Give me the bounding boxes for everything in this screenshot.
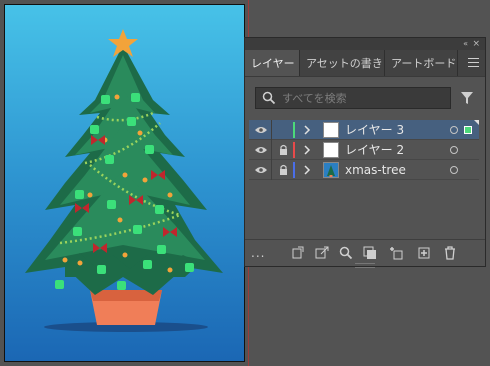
layer-color-bar <box>293 162 295 178</box>
tab-artboards[interactable]: アートボード <box>385 50 458 76</box>
chevron-right-icon[interactable] <box>303 165 311 175</box>
layer-thumbnail <box>323 122 339 138</box>
tab-asset-export[interactable]: アセットの書き <box>300 50 385 76</box>
current-layer-marker <box>474 120 479 125</box>
layer-list: レイヤー 3 レイヤー 2 xmas-tree <box>249 120 479 180</box>
delete-layer-icon[interactable] <box>443 246 457 260</box>
panel-tabs: レイヤー アセットの書き アートボード <box>245 50 485 77</box>
panel-titlebar[interactable]: « × <box>245 38 485 50</box>
clipping-mask-icon[interactable] <box>363 246 377 260</box>
eye-icon[interactable] <box>255 166 267 174</box>
search-icon <box>262 91 276 105</box>
search-input[interactable] <box>282 90 446 106</box>
search-layer-icon[interactable] <box>339 246 353 260</box>
collect-for-export-icon[interactable] <box>291 246 305 260</box>
target-circle-icon[interactable] <box>450 126 458 134</box>
chevron-right-icon[interactable] <box>303 145 311 155</box>
selection-indicator[interactable] <box>464 126 472 134</box>
lock-icon[interactable] <box>279 144 288 155</box>
filter-icon[interactable] <box>460 91 474 105</box>
tab-layers[interactable]: レイヤー <box>245 50 300 76</box>
lock-icon[interactable] <box>279 164 288 175</box>
target-circle-icon[interactable] <box>450 166 458 174</box>
panel-resize-grip[interactable] <box>355 263 375 268</box>
panel-menu-icon[interactable] <box>468 58 479 67</box>
layer-name[interactable]: レイヤー 2 <box>345 142 404 158</box>
eye-icon[interactable] <box>255 146 267 154</box>
layer-thumbnail-tree <box>323 162 339 178</box>
tree-thumbnail-icon <box>327 165 335 177</box>
search-box[interactable] <box>255 87 451 109</box>
locate-object-icon[interactable] <box>315 246 329 260</box>
layer-color-bar <box>293 122 295 138</box>
new-layer-icon[interactable] <box>417 246 431 260</box>
chevron-right-icon[interactable] <box>303 125 311 135</box>
layer-thumbnail <box>323 142 339 158</box>
new-sublayer-icon[interactable] <box>389 246 403 260</box>
layer-row-layer-2[interactable]: レイヤー 2 <box>249 140 479 160</box>
artboard[interactable] <box>4 4 245 362</box>
layer-name[interactable]: xmas-tree <box>345 162 406 178</box>
christmas-tree-artwork <box>25 29 223 332</box>
eye-icon[interactable] <box>255 126 267 134</box>
target-circle-icon[interactable] <box>450 146 458 154</box>
layer-name[interactable]: レイヤー 3 <box>345 122 404 138</box>
layer-row-layer-3[interactable]: レイヤー 3 <box>249 120 479 140</box>
lock-column <box>271 160 272 180</box>
layers-panel: « × レイヤー アセットの書き アートボード レイヤー 3 <box>244 37 486 268</box>
layer-color-bar <box>293 142 295 158</box>
layer-row-xmas-tree[interactable]: xmas-tree <box>249 160 479 180</box>
lock-toggle[interactable] <box>271 120 272 140</box>
panel-footer: ... <box>245 239 485 266</box>
collapse-panel-icon[interactable]: « <box>463 38 468 50</box>
lock-column <box>271 140 272 160</box>
close-panel-icon[interactable]: × <box>472 38 480 50</box>
more-options-icon[interactable]: ... <box>251 246 265 260</box>
